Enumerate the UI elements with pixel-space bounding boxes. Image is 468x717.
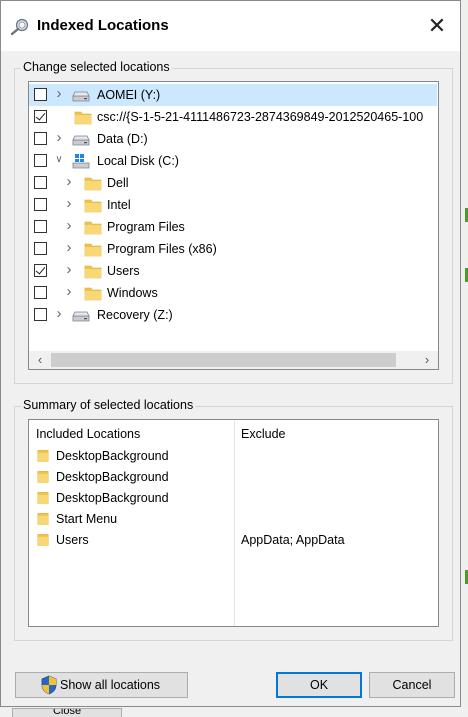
summary-row[interactable]: DesktopBackground — [29, 467, 438, 488]
tree-item-label: Program Files — [107, 220, 185, 234]
title-bar: Indexed Locations ✕ — [1, 1, 460, 51]
show-all-label: Show all locations — [60, 678, 161, 692]
tree-item-checkbox[interactable] — [34, 154, 47, 167]
folder-icon — [84, 241, 102, 257]
drive-icon — [71, 131, 90, 147]
tree-item[interactable]: csc://{S-1-5-21-4111486723-2874369849-20… — [29, 106, 438, 128]
tree-item-checkbox[interactable] — [34, 220, 47, 233]
shield-icon — [41, 675, 57, 695]
tree-item-label: Recovery (Z:) — [97, 308, 173, 322]
drive-icon — [71, 87, 90, 103]
tree-item[interactable]: › AOMEI (Y:) — [29, 84, 437, 106]
chevron-right-icon[interactable]: › — [54, 86, 64, 101]
chevron-right-icon[interactable]: › — [64, 196, 74, 211]
included-location: Start Menu — [56, 512, 118, 526]
dialog-title: Indexed Locations — [37, 17, 169, 34]
folder-icon — [37, 511, 49, 529]
chevron-right-icon[interactable]: › — [54, 306, 64, 321]
included-location: Users — [56, 533, 89, 547]
tree-item-label: Windows — [107, 286, 158, 300]
chevron-down-icon[interactable]: ∨ — [54, 153, 64, 167]
exclude-header[interactable]: Exclude — [241, 427, 285, 441]
included-location: DesktopBackground — [56, 449, 169, 463]
indexed-locations-dialog: Indexed Locations ✕ Change selected loca… — [0, 0, 461, 707]
tree-item[interactable]: › Data (D:) — [29, 128, 438, 150]
summary-row[interactable]: DesktopBackground — [29, 446, 438, 467]
indexing-icon — [10, 18, 29, 36]
tree-item[interactable]: › Users — [29, 260, 438, 282]
tree-item[interactable]: › Intel — [29, 194, 438, 216]
background-close-button[interactable]: Close — [12, 708, 122, 717]
scroll-left-icon[interactable]: ‹ — [31, 351, 49, 369]
summary-list[interactable]: Included Locations Exclude DesktopBackgr… — [28, 419, 439, 627]
tree-item-label: csc://{S-1-5-21-4111486723-2874369849-20… — [97, 110, 424, 124]
tree-item-checkbox[interactable] — [34, 242, 47, 255]
tree-item-checkbox[interactable] — [34, 308, 47, 321]
drive-icon — [71, 307, 90, 323]
summary-row[interactable]: Users AppData; AppData — [29, 530, 438, 551]
tree-item-checkbox[interactable] — [34, 176, 47, 189]
ok-button[interactable]: OK — [276, 672, 362, 698]
tree-item-label: Data (D:) — [97, 132, 148, 146]
folder-icon — [84, 197, 102, 213]
tree-item-label: AOMEI (Y:) — [97, 88, 161, 102]
summary-label: Summary of selected locations — [21, 398, 196, 412]
show-all-locations-button[interactable]: Show all locations — [15, 672, 188, 698]
tree-item-checkbox[interactable] — [34, 198, 47, 211]
folder-icon — [74, 109, 92, 125]
tree-item[interactable]: › Dell — [29, 172, 438, 194]
chevron-right-icon[interactable]: › — [64, 240, 74, 255]
scroll-right-icon[interactable]: › — [418, 351, 436, 369]
folder-icon — [37, 532, 49, 550]
tree-item[interactable]: ∨ Local Disk (C:) — [29, 150, 438, 172]
tree-item-label: Program Files (x86) — [107, 242, 217, 256]
change-locations-label: Change selected locations — [21, 60, 172, 74]
tree-item-checkbox[interactable] — [34, 264, 47, 277]
tree-item[interactable]: › Program Files — [29, 216, 438, 238]
included-location: DesktopBackground — [56, 491, 169, 505]
horizontal-scrollbar[interactable]: ‹ › — [29, 351, 438, 369]
tree-item-checkbox[interactable] — [34, 88, 47, 101]
tree-item-checkbox[interactable] — [34, 132, 47, 145]
tree-item[interactable]: › Program Files (x86) — [29, 238, 438, 260]
tree-item[interactable]: › Windows — [29, 282, 438, 304]
folder-icon — [37, 448, 49, 466]
windows-drive-icon — [71, 153, 90, 169]
chevron-right-icon[interactable]: › — [64, 174, 74, 189]
folder-icon — [37, 469, 49, 487]
chevron-right-icon[interactable]: › — [64, 262, 74, 277]
tree-item-label: Dell — [107, 176, 129, 190]
folder-icon — [84, 263, 102, 279]
tree-item-checkbox[interactable] — [34, 110, 47, 123]
folder-icon — [37, 490, 49, 508]
close-icon[interactable]: ✕ — [424, 13, 450, 39]
summary-row[interactable]: Start Menu — [29, 509, 438, 530]
tree-item-label: Users — [107, 264, 140, 278]
included-locations-header[interactable]: Included Locations — [36, 427, 140, 441]
tree-item-checkbox[interactable] — [34, 286, 47, 299]
cancel-button[interactable]: Cancel — [369, 672, 455, 698]
summary-row[interactable]: DesktopBackground — [29, 488, 438, 509]
folder-icon — [84, 219, 102, 235]
exclude-value: AppData; AppData — [241, 533, 345, 547]
included-location: DesktopBackground — [56, 470, 169, 484]
scrollbar-thumb[interactable] — [51, 353, 396, 367]
locations-tree[interactable]: › AOMEI (Y:) csc://{S-1-5-21-4111486723-28… — [28, 81, 439, 370]
tree-item[interactable]: › Recovery (Z:) — [29, 304, 438, 326]
tree-item-label: Intel — [107, 198, 131, 212]
folder-icon — [84, 175, 102, 191]
folder-icon — [84, 285, 102, 301]
chevron-right-icon[interactable]: › — [64, 218, 74, 233]
tree-item-label: Local Disk (C:) — [97, 154, 179, 168]
chevron-right-icon[interactable]: › — [64, 284, 74, 299]
chevron-right-icon[interactable]: › — [54, 130, 64, 145]
